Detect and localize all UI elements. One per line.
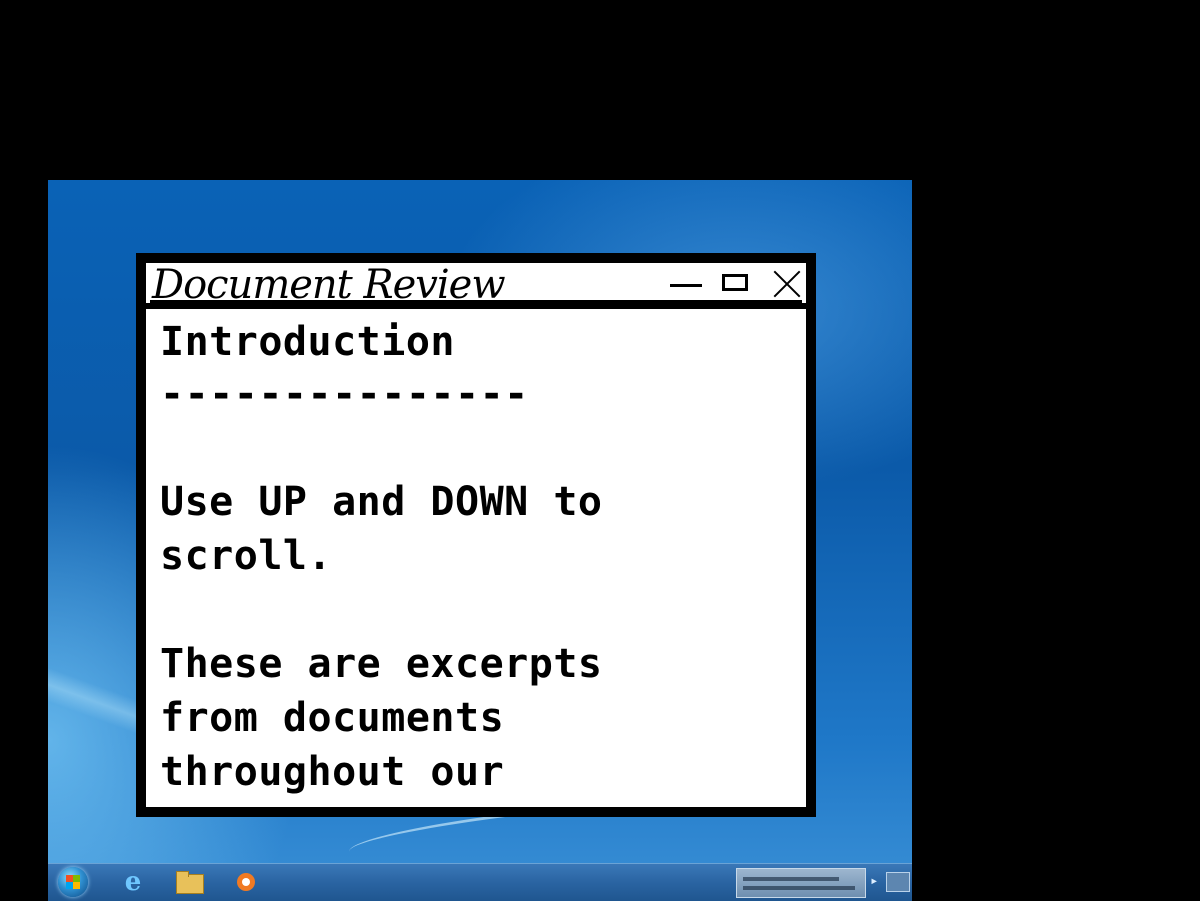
taskbar: e ▸ [48, 863, 912, 901]
document-review-window: Document Review Introduction -----------… [136, 253, 816, 817]
desktop-background: Document Review Introduction -----------… [48, 180, 912, 900]
windows-start-icon[interactable] [58, 867, 88, 897]
document-line: throughout our [160, 749, 505, 795]
minimize-button[interactable] [666, 269, 706, 299]
media-player-icon[interactable] [232, 868, 262, 896]
window-titlebar[interactable]: Document Review [146, 263, 806, 307]
document-line: scroll. [160, 533, 333, 579]
tray-text-bar [743, 877, 839, 881]
tray-text-bar [743, 886, 855, 890]
tray-clock-icon[interactable] [886, 872, 910, 892]
folder-icon[interactable] [174, 868, 204, 896]
document-line: These are excerpts [160, 641, 603, 687]
close-button[interactable] [770, 269, 810, 299]
internet-explorer-icon[interactable]: e [118, 868, 148, 896]
maximize-button[interactable] [716, 269, 756, 299]
system-tray-notification[interactable] [736, 868, 866, 898]
windows-logo-icon [66, 875, 80, 889]
titlebar-divider [150, 300, 802, 303]
document-heading: Introduction [160, 319, 455, 365]
document-line: Use UP and DOWN to [160, 479, 603, 525]
tray-expand-icon[interactable]: ▸ [870, 874, 878, 888]
document-heading-rule: --------------- [160, 371, 529, 417]
document-line: from documents [160, 695, 505, 741]
document-text-area[interactable]: Introduction --------------- Use UP and … [146, 309, 806, 807]
